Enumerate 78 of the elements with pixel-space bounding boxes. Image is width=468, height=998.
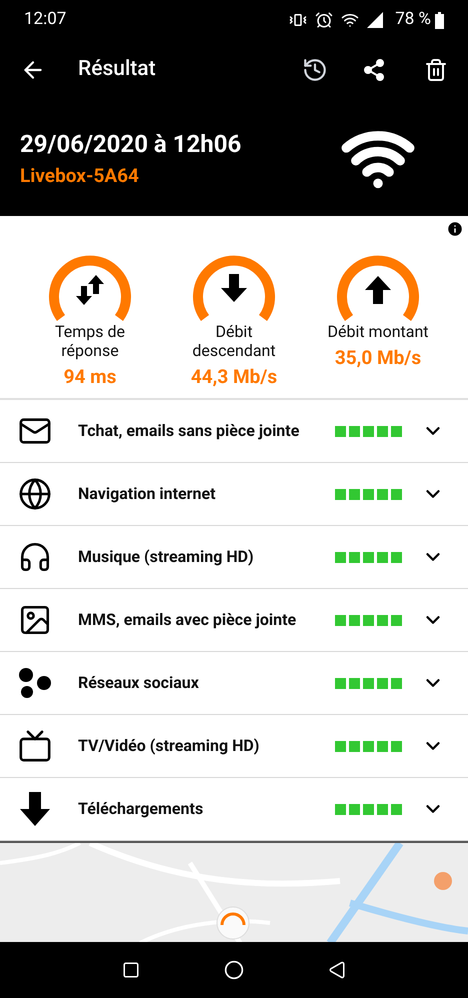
quality-square <box>363 614 374 626</box>
quality-square <box>391 678 402 688</box>
quality-square <box>335 614 346 626</box>
quality-square <box>363 426 374 436</box>
quality-square <box>377 678 388 688</box>
battery-icon <box>435 12 444 28</box>
history-button[interactable] <box>302 57 328 83</box>
quality-square <box>377 488 388 500</box>
quality-square <box>363 552 374 562</box>
gauge-label: Temps de réponse <box>54 322 126 360</box>
vibrate-icon <box>289 11 308 29</box>
network-name: Livebox-5A64 <box>20 162 140 189</box>
quality-square <box>377 614 388 626</box>
battery-level: 78 % <box>395 8 431 32</box>
quality-square <box>363 740 374 752</box>
quality-square <box>349 740 360 752</box>
usage-row[interactable]: Téléchargements <box>0 778 468 841</box>
alarm-icon <box>315 11 334 29</box>
usage-icon <box>18 603 52 637</box>
quality-square <box>363 488 374 500</box>
gauge-value: 94 ms <box>64 364 116 390</box>
signal-icon <box>367 12 384 28</box>
quality-square <box>363 804 374 814</box>
recents-button[interactable] <box>122 961 140 979</box>
quality-square <box>335 804 346 814</box>
quality-square <box>391 740 402 752</box>
usage-label: MMS, emails avec pièce jointe <box>78 609 298 631</box>
usage-label: TV/Vidéo (streaming HD) <box>78 735 260 757</box>
usage-label: Musique (streaming HD) <box>78 546 255 568</box>
gauge-value: 35,0 Mb/s <box>334 345 422 371</box>
usage-icon <box>18 540 52 574</box>
quality-square <box>363 678 374 688</box>
usage-row[interactable]: Tchat, emails sans pièce jointe <box>0 400 468 463</box>
quality-square <box>335 488 346 500</box>
gauge-label: Débit descendant <box>191 322 277 360</box>
quality-square <box>377 804 388 814</box>
quality-square <box>377 426 388 436</box>
quality-square <box>335 678 346 688</box>
usage-row[interactable]: Réseaux sociaux <box>0 652 468 715</box>
quality-square <box>377 552 388 562</box>
wifi-icon <box>341 11 360 29</box>
download-arrow-icon <box>18 792 52 826</box>
back-nav-button[interactable] <box>328 961 346 979</box>
usage-label: Téléchargements <box>78 798 204 820</box>
quality-square <box>377 740 388 752</box>
usage-row[interactable]: TV/Vidéo (streaming HD) <box>0 715 468 778</box>
quality-square <box>391 804 402 814</box>
quality-square <box>391 488 402 500</box>
share-button[interactable] <box>362 58 386 82</box>
quality-square <box>391 614 402 626</box>
home-button[interactable] <box>224 960 244 980</box>
quality-square <box>335 426 346 436</box>
delete-button[interactable] <box>424 58 448 82</box>
gauge-value: 44,3 Mb/s <box>190 364 278 390</box>
screen-title: Résultat <box>78 56 156 84</box>
usage-icon <box>18 477 52 511</box>
usage-row[interactable]: Navigation internet <box>0 463 468 526</box>
quality-square <box>349 614 360 626</box>
usage-label: Navigation internet <box>78 483 217 505</box>
usage-label: Réseaux sociaux <box>78 672 200 694</box>
test-date: 29/06/2020 à 12h06 <box>20 128 242 160</box>
gauge-label: Débit montant <box>326 322 430 341</box>
quality-square <box>349 488 360 500</box>
usage-row[interactable]: Musique (streaming HD) <box>0 526 468 589</box>
usage-row[interactable]: MMS, emails avec pièce jointe <box>0 589 468 652</box>
usage-label: Tchat, emails sans pièce jointe <box>78 420 300 442</box>
quality-square <box>349 678 360 688</box>
quality-square <box>335 740 346 752</box>
status-time: 12:07 <box>24 8 66 32</box>
quality-square <box>391 552 402 562</box>
quality-square <box>335 552 346 562</box>
quality-square <box>349 552 360 562</box>
people-network-icon <box>18 667 52 699</box>
usage-icon <box>18 729 52 763</box>
quality-square <box>349 426 360 436</box>
quality-square <box>349 804 360 814</box>
info-button[interactable] <box>446 220 464 238</box>
quality-square <box>391 426 402 436</box>
